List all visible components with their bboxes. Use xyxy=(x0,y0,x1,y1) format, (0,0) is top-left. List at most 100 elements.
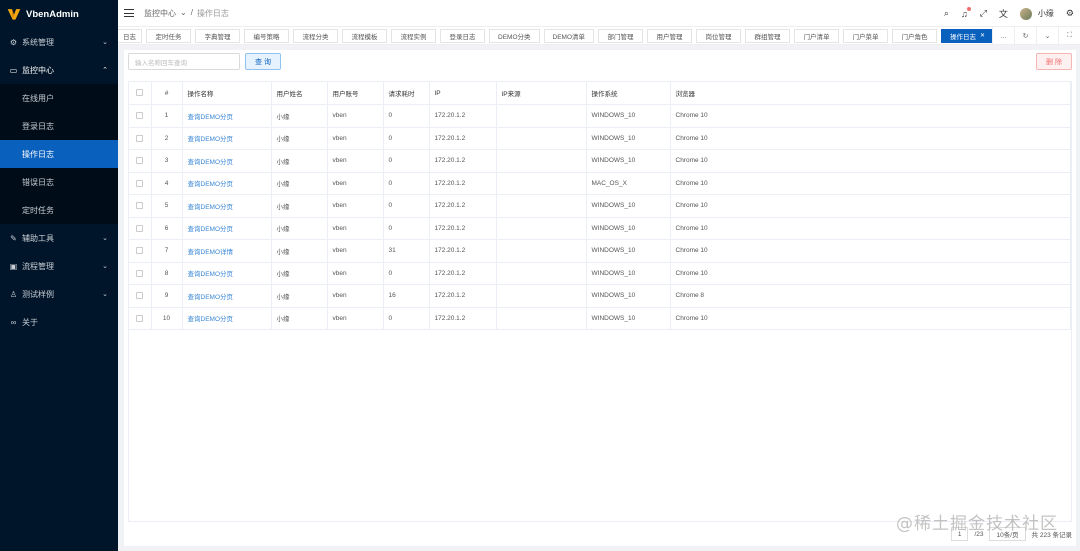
tab-scheduled-tasks[interactable]: 定时任务 xyxy=(146,28,191,43)
tab-operation-log[interactable]: 操作日志 ✕ xyxy=(941,28,995,43)
tab-label: 群组管理 xyxy=(754,33,781,41)
table-row[interactable]: 1 查询DEMO分页 小缘 vben 0 172.20.1.2 WINDOWS_10 Chro… xyxy=(129,104,1071,128)
operation-name-link[interactable]: 查询DEMO分页 xyxy=(182,262,272,285)
sidebar-item-login-log[interactable]: 登录日志 xyxy=(0,112,118,140)
table-cell: 小缘 xyxy=(271,194,328,218)
table-cell: 172.20.1.2 xyxy=(429,194,497,218)
row-checkbox[interactable] xyxy=(129,217,152,240)
refresh-icon[interactable]: ↻ xyxy=(1014,27,1036,44)
tab-label: 流程模板 xyxy=(351,33,378,41)
user-dropdown[interactable]: 小缘 xyxy=(1019,7,1054,20)
table-row[interactable]: 10 查询DEMO分页 小缘 vben 0 172.20.1.2 WINDOWS_10 Chr… xyxy=(129,307,1071,330)
tab-portal-role[interactable]: 门户角色 xyxy=(892,28,937,43)
tab-demo-category[interactable]: DEMO分类 xyxy=(489,28,540,43)
tab-tools: … ↻ ⌄ ⛶ xyxy=(992,27,1080,44)
operation-name-link[interactable]: 查询DEMO分页 xyxy=(182,172,272,195)
menu-toggle-icon[interactable] xyxy=(124,8,134,18)
table-row[interactable]: 2 查询DEMO分页 小缘 vben 0 172.20.1.2 WINDOWS_10 Chro… xyxy=(129,127,1071,150)
table-cell xyxy=(496,172,587,195)
table-row[interactable]: 8 查询DEMO分页 小缘 vben 0 172.20.1.2 WINDOWS_10 Chro… xyxy=(129,262,1071,285)
operation-name-link[interactable]: 查询DEMO分页 xyxy=(182,104,272,128)
row-checkbox[interactable] xyxy=(129,194,152,218)
fullscreen-icon[interactable]: ⤢ xyxy=(980,8,987,19)
sidebar-item-online-users[interactable]: 在线用户 xyxy=(0,84,118,112)
table-cell: 172.20.1.2 xyxy=(429,262,497,285)
tab-numbering[interactable]: 编号策略 xyxy=(244,28,289,43)
table-row[interactable]: 7 查询DEMO详情 小缘 vben 31 172.20.1.2 WINDOWS_10 Chr… xyxy=(129,239,1071,263)
delete-button[interactable]: 删 除 xyxy=(1036,53,1072,70)
table-cell: 172.20.1.2 xyxy=(429,127,497,150)
tab-label: 门户角色 xyxy=(901,33,928,41)
search-input[interactable]: 输入名称回车查询 xyxy=(128,53,240,70)
operation-name-link[interactable]: 查询DEMO分页 xyxy=(182,284,272,308)
chevron-down-icon[interactable]: ⌄ xyxy=(1036,27,1058,44)
sidebar-item-label: 流程管理 xyxy=(22,261,54,271)
tab-dictionary[interactable]: 字典管理 xyxy=(195,28,240,43)
search-icon[interactable]: ⌕ xyxy=(944,8,949,19)
sidebar-item-flow[interactable]: ▣ 流程管理 ⌄ xyxy=(0,252,118,280)
operation-name-link[interactable]: 查询DEMO分页 xyxy=(182,307,272,330)
table-cell xyxy=(496,149,587,173)
tab-flow-instance[interactable]: 流程实例 xyxy=(391,28,436,43)
sidebar-item-test[interactable]: ♙ 测试样例 ⌄ xyxy=(0,280,118,308)
tab-portal-menu[interactable]: 门户菜单 xyxy=(843,28,888,43)
translate-icon[interactable]: 文 xyxy=(999,7,1008,20)
table-row[interactable]: 9 查询DEMO分页 小缘 vben 16 172.20.1.2 WINDOWS_10 Chr… xyxy=(129,284,1071,308)
tab-users[interactable]: 用户管理 xyxy=(647,28,692,43)
operation-name-link[interactable]: 查询DEMO分页 xyxy=(182,149,272,173)
table-cell: 小缘 xyxy=(271,127,328,150)
breadcrumb-item[interactable]: 监控中心 xyxy=(144,8,176,19)
table-cell: 172.20.1.2 xyxy=(429,149,497,173)
row-checkbox[interactable] xyxy=(129,239,152,263)
tab-login-log[interactable]: 登录日志 xyxy=(440,28,485,43)
row-checkbox[interactable] xyxy=(129,149,152,173)
close-icon[interactable]: ✕ xyxy=(980,32,985,39)
sidebar-item-error-log[interactable]: 错误日志 xyxy=(0,168,118,196)
more-tabs-button[interactable]: … xyxy=(992,27,1014,44)
table-cell: WINDOWS_10 xyxy=(586,262,671,285)
column-header: IP xyxy=(429,82,497,105)
tab-demo-list[interactable]: DEMO清单 xyxy=(543,28,594,43)
table-row[interactable]: 5 查询DEMO分页 小缘 vben 0 172.20.1.2 WINDOWS_10 Chro… xyxy=(129,194,1071,218)
column-header: 操作名称 xyxy=(182,82,272,105)
bell-icon[interactable]: ♫ xyxy=(961,6,971,19)
row-checkbox[interactable] xyxy=(129,172,152,195)
expand-icon[interactable]: ⛶ xyxy=(1058,27,1080,44)
table-cell: 0 xyxy=(383,149,430,173)
select-all-checkbox[interactable] xyxy=(129,82,152,105)
row-checkbox[interactable] xyxy=(129,307,152,330)
operation-name-link[interactable]: 查询DEMO详情 xyxy=(182,239,272,263)
operation-name-link[interactable]: 查询DEMO分页 xyxy=(182,127,272,150)
tab-groups[interactable]: 群组管理 xyxy=(745,28,790,43)
tab-positions[interactable]: 岗位管理 xyxy=(696,28,741,43)
table-row[interactable]: 6 查询DEMO分页 小缘 vben 0 172.20.1.2 WINDOWS_10 Chro… xyxy=(129,217,1071,240)
sidebar-item-scheduled-tasks[interactable]: 定时任务 xyxy=(0,196,118,224)
sidebar-item-tools[interactable]: ✎ 辅助工具 ⌄ xyxy=(0,224,118,252)
table-cell: WINDOWS_10 xyxy=(586,104,671,128)
row-checkbox[interactable] xyxy=(129,127,152,150)
tab-department[interactable]: 部门管理 xyxy=(598,28,643,43)
sidebar-item-monitor[interactable]: ▭ 监控中心 ⌃ xyxy=(0,56,118,84)
table-cell: MAC_OS_X xyxy=(586,172,671,195)
tab-flow-template[interactable]: 流程模板 xyxy=(342,28,387,43)
tab-portal-list[interactable]: 门户清单 xyxy=(794,28,839,43)
tab-flow-category[interactable]: 流程分类 xyxy=(293,28,338,43)
operation-name-link[interactable]: 查询DEMO分页 xyxy=(182,217,272,240)
sidebar-item-about[interactable]: ∞ 关于 xyxy=(0,308,118,336)
row-checkbox[interactable] xyxy=(129,104,152,128)
tab-label: 字典管理 xyxy=(204,33,231,41)
tab-log[interactable]: 日志 xyxy=(118,28,142,43)
settings-icon[interactable]: ⚙ xyxy=(1066,8,1074,19)
table-row[interactable]: 4 查询DEMO分页 小缘 vben 0 172.20.1.2 MAC_OS_X Chrome… xyxy=(129,172,1071,195)
table-row[interactable]: 3 查询DEMO分页 小缘 vben 0 172.20.1.2 WINDOWS_10 Chro… xyxy=(129,149,1071,173)
row-checkbox[interactable] xyxy=(129,262,152,285)
app-logo[interactable]: VbenAdmin xyxy=(0,0,118,28)
sidebar-item-operation-log[interactable]: 操作日志 xyxy=(0,140,118,168)
query-button[interactable]: 查 询 xyxy=(245,53,281,70)
row-checkbox[interactable] xyxy=(129,284,152,308)
table-cell: Chrome 10 xyxy=(670,239,1071,263)
table-cell: 0 xyxy=(383,307,430,330)
operation-name-link[interactable]: 查询DEMO分页 xyxy=(182,194,272,218)
table-cell: 小缘 xyxy=(271,104,328,128)
sidebar-item-system[interactable]: ⚙ 系统管理 ⌄ xyxy=(0,28,118,56)
